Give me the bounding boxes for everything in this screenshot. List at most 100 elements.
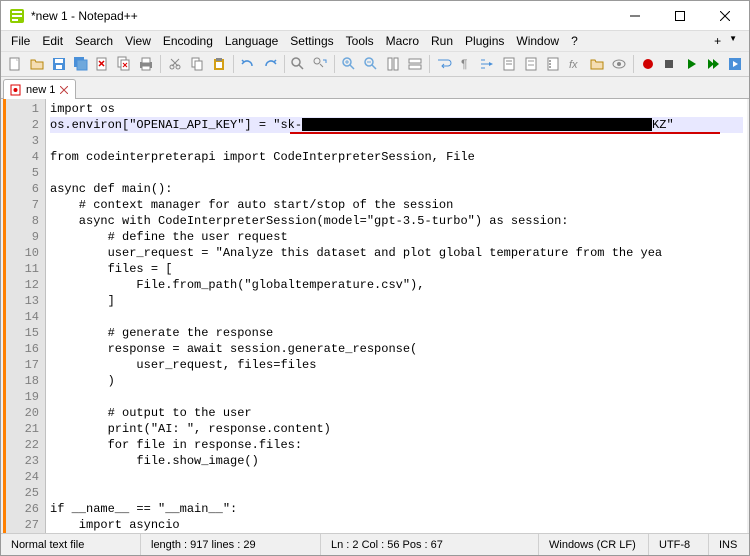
menu-plugins[interactable]: Plugins [459,32,510,50]
code-line[interactable]: files = [ [50,261,743,277]
line-number: 17 [8,357,39,373]
code-line[interactable]: if __name__ == "__main__": [50,501,743,517]
func-list-button[interactable]: fx [565,54,585,74]
code-line[interactable]: user_request, files=files [50,357,743,373]
status-eol[interactable]: Windows (CR LF) [539,534,649,555]
wordwrap-button[interactable] [434,54,454,74]
monitor-button[interactable] [609,54,629,74]
sync-v-button[interactable] [383,54,403,74]
undo-icon [240,56,256,72]
code-line[interactable]: response = await session.generate_respon… [50,341,743,357]
close-all-button[interactable] [114,54,134,74]
folder-icon [589,56,605,72]
copy-button[interactable] [187,54,207,74]
code-area[interactable]: import osos.environ["OPENAI_API_KEY"] = … [46,99,747,533]
redo-icon [262,56,278,72]
code-line[interactable]: from codeinterpreterapi import CodeInter… [50,149,743,165]
sync-h-button[interactable] [405,54,425,74]
code-line[interactable]: for file in response.files: [50,437,743,453]
line-number: 11 [8,261,39,277]
open-button[interactable] [27,54,47,74]
code-line[interactable]: file.show_image() [50,453,743,469]
code-line[interactable] [50,133,743,149]
line-number: 14 [8,309,39,325]
save-button[interactable] [49,54,69,74]
undo-button[interactable] [238,54,258,74]
cut-button[interactable] [165,54,185,74]
replace-icon [312,56,328,72]
code-line[interactable] [50,389,743,405]
tab-new1[interactable]: new 1 [3,79,76,99]
play-multi-button[interactable] [703,54,723,74]
menu-tools[interactable]: Tools [340,32,380,50]
doc-map-button[interactable] [521,54,541,74]
code-line[interactable]: async with CodeInterpreterSession(model=… [50,213,743,229]
code-line[interactable]: # context manager for auto start/stop of… [50,197,743,213]
minimize-button[interactable] [612,1,657,30]
code-line[interactable]: # define the user request [50,229,743,245]
menu-search[interactable]: Search [69,32,119,50]
zoom-in-icon [341,56,357,72]
save-all-button[interactable] [71,54,91,74]
menu-plus[interactable]: + [714,34,721,48]
code-line[interactable]: print("AI: ", response.content) [50,421,743,437]
redo-button[interactable] [260,54,280,74]
menu-language[interactable]: Language [219,32,284,50]
line-number: 5 [8,165,39,181]
zoom-out-button[interactable] [361,54,381,74]
menu-settings[interactable]: Settings [284,32,339,50]
doc-list-icon [545,56,561,72]
doc-list-button[interactable] [543,54,563,74]
editor[interactable]: 1234567891011121314151617181920212223242… [3,99,747,533]
line-number: 18 [8,373,39,389]
code-line[interactable]: async def main(): [50,181,743,197]
code-line[interactable] [50,165,743,181]
menu-chevron[interactable]: ▼ [729,34,737,48]
menu-edit[interactable]: Edit [36,32,69,50]
new-button[interactable] [5,54,25,74]
play-button[interactable] [681,54,701,74]
menu-help[interactable]: ? [565,32,584,50]
code-line[interactable] [50,485,743,501]
code-line[interactable]: # generate the response [50,325,743,341]
maximize-button[interactable] [657,1,702,30]
replace-button[interactable] [310,54,330,74]
find-button[interactable] [289,54,309,74]
menu-macro[interactable]: Macro [380,32,425,50]
file-new-icon [7,56,23,72]
status-encoding[interactable]: UTF-8 [649,534,709,555]
code-line[interactable]: # output to the user [50,405,743,421]
paste-button[interactable] [209,54,229,74]
menu-run[interactable]: Run [425,32,459,50]
show-chars-button[interactable]: ¶ [456,54,476,74]
code-line[interactable]: os.environ["OPENAI_API_KEY"] = "sk-KZ" [50,117,743,133]
menu-view[interactable]: View [119,32,157,50]
code-line[interactable]: import os [50,101,743,117]
close-file-icon [94,56,110,72]
code-line[interactable] [50,469,743,485]
code-line[interactable]: ] [50,293,743,309]
save-macro-button[interactable] [725,54,745,74]
close-file-button[interactable] [93,54,113,74]
close-button[interactable] [702,1,747,30]
zoom-in-button[interactable] [339,54,359,74]
code-line[interactable] [50,309,743,325]
code-line[interactable]: import asyncio [50,517,743,533]
tab-file-icon [10,84,22,96]
code-line[interactable]: user_request = "Analyze this dataset and… [50,245,743,261]
print-button[interactable] [136,54,156,74]
menu-file[interactable]: File [5,32,36,50]
lang-button[interactable] [499,54,519,74]
menu-window[interactable]: Window [510,32,565,50]
status-ins[interactable]: INS [709,534,749,555]
indent-guide-button[interactable] [478,54,498,74]
code-line[interactable]: ) [50,373,743,389]
record-button[interactable] [638,54,658,74]
folder-button[interactable] [587,54,607,74]
stop-button[interactable] [660,54,680,74]
code-line[interactable]: File.from_path("globaltemperature.csv"), [50,277,743,293]
tab-close-button[interactable] [59,85,69,95]
menu-encoding[interactable]: Encoding [157,32,219,50]
line-number: 19 [8,389,39,405]
line-number: 6 [8,181,39,197]
